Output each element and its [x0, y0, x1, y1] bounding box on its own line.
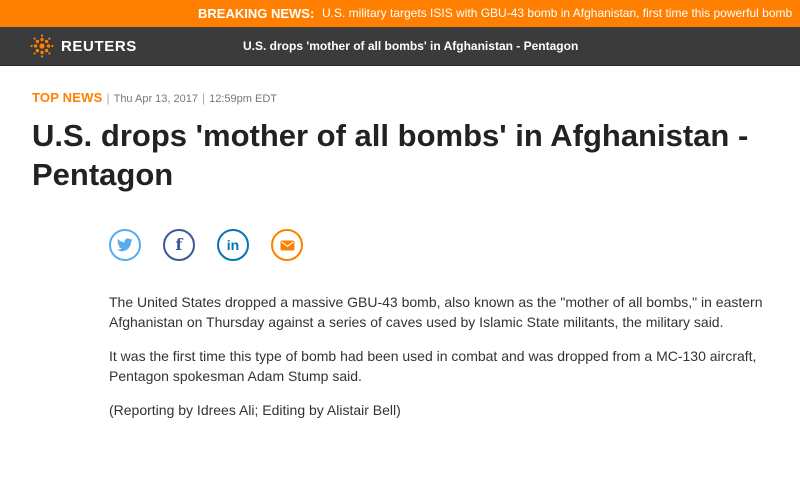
kicker-separator: |: [106, 91, 110, 105]
share-twitter-button[interactable]: [109, 229, 141, 261]
nav-article-title: U.S. drops 'mother of all bombs' in Afgh…: [243, 39, 579, 53]
linkedin-icon: in: [226, 237, 240, 253]
article-paragraph: It was the first time this type of bomb …: [109, 348, 757, 384]
logo-text: REUTERS: [61, 37, 137, 55]
top-navbar: REUTERS U.S. drops 'mother of all bombs'…: [0, 27, 800, 66]
reuters-logo[interactable]: REUTERS: [30, 34, 137, 58]
article-kicker: TOP NEWS | Thu Apr 13, 2017 | 12:59pm EDT: [32, 90, 277, 105]
reuters-logo-icon: [30, 34, 54, 58]
breaking-news-text[interactable]: U.S. military targets ISIS with GBU-43 b…: [322, 0, 792, 27]
share-email-button[interactable]: [271, 229, 303, 261]
article-date: Thu Apr 13, 2017: [113, 93, 198, 105]
email-icon: [280, 240, 294, 250]
article-time: 12:59pm EDT: [209, 93, 277, 105]
share-bar: f in: [109, 229, 325, 261]
article-body: The United States dropped a massive GBU-…: [109, 292, 799, 434]
twitter-icon: [117, 238, 133, 252]
article-paragraph: The United States dropped a massive GBU-…: [109, 294, 763, 330]
kicker-separator: |: [202, 91, 206, 105]
share-facebook-button[interactable]: f: [163, 229, 195, 261]
article-headline: U.S. drops 'mother of all bombs' in Afgh…: [32, 118, 749, 192]
share-linkedin-button[interactable]: in: [217, 229, 249, 261]
breaking-news-banner[interactable]: BREAKING NEWS: U.S. military targets ISI…: [0, 0, 800, 27]
facebook-icon: f: [175, 235, 183, 254]
article-credit: (Reporting by Idrees Ali; Editing by Ali…: [109, 402, 401, 418]
section-link[interactable]: TOP NEWS: [32, 90, 102, 105]
breaking-news-label: BREAKING NEWS:: [198, 6, 315, 21]
